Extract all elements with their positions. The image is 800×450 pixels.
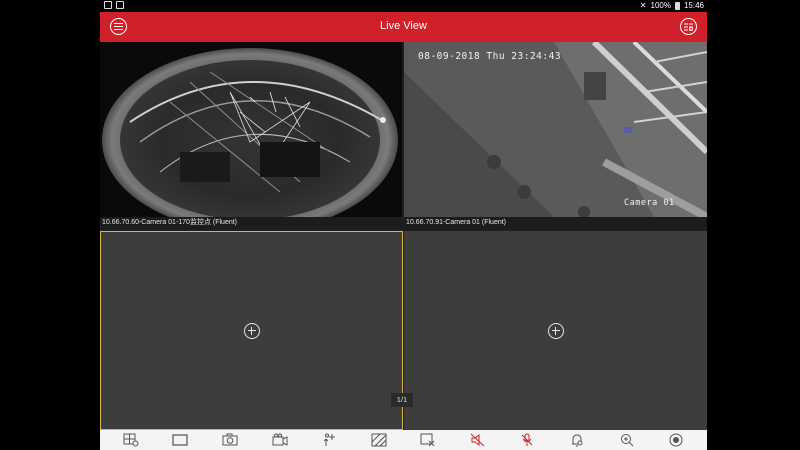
stop-all-button[interactable] [419, 432, 437, 448]
app-window: Live View 10.66.70.60-Camera 01-170监控点 (… [100, 12, 707, 450]
live-view-grid: 10.66.70.60-Camera 01-170监控点 (Fluent) 08… [100, 42, 707, 430]
record-button[interactable] [271, 432, 289, 448]
video-tile-4-empty[interactable] [404, 231, 707, 430]
page-title: Live View [380, 20, 427, 32]
image-quality-icon [371, 433, 387, 447]
notification-icons [104, 1, 124, 9]
tile-caption: 10.66.70.91-Camera 01 (Fluent) [404, 217, 707, 229]
battery-percent: 100% [650, 1, 671, 10]
single-window-button[interactable] [171, 432, 189, 448]
ptz-button[interactable] [320, 432, 338, 448]
split-screen-button[interactable] [122, 432, 140, 448]
bag-icon [104, 1, 112, 9]
fisheye-button[interactable] [667, 432, 685, 448]
title-bar: Live View [100, 12, 707, 42]
audio-button[interactable] [469, 432, 487, 448]
split-screen-icon [123, 433, 139, 447]
fisheye-video-feed[interactable] [100, 42, 402, 217]
video-tile-3-empty[interactable] [100, 231, 403, 430]
single-window-icon [172, 434, 188, 446]
fisheye-icon [669, 433, 683, 447]
add-camera-icon[interactable] [547, 322, 564, 339]
page-indicator: 1/1 [391, 393, 413, 407]
record-icon [272, 433, 288, 446]
osd-datetime: 08-09-2018 Thu 23:24:43 [418, 51, 562, 62]
capture-button[interactable] [221, 432, 239, 448]
camera-video-feed[interactable]: 08-09-2018 Thu 23:24:43 Camera 01 [404, 42, 707, 217]
image-quality-button[interactable] [370, 432, 388, 448]
ptz-icon [323, 433, 336, 446]
video-tile-2[interactable]: 08-09-2018 Thu 23:24:43 Camera 01 10.66.… [404, 42, 707, 229]
fisheye-image [100, 42, 402, 217]
alarm-bell-icon [571, 434, 583, 447]
two-way-audio-button[interactable] [518, 432, 536, 448]
clock: 15:46 [683, 1, 704, 10]
vibrate-icon: ✕ [639, 1, 647, 10]
camera-image [404, 42, 707, 217]
add-camera-icon[interactable] [243, 322, 260, 339]
osd-camera-name: Camera 01 [624, 198, 675, 208]
status-bar: ✕ 100% 15:46 [0, 0, 800, 12]
microphone-off-icon [522, 433, 533, 446]
audio-off-icon [470, 433, 485, 447]
alarm-output-button[interactable] [568, 432, 586, 448]
battery-icon [674, 1, 680, 10]
digital-zoom-button[interactable] [618, 432, 636, 448]
photo-icon [116, 1, 124, 9]
camera-icon [222, 433, 238, 446]
tile-caption: 10.66.70.60-Camera 01-170监控点 (Fluent) [100, 217, 402, 229]
stop-all-icon [420, 433, 435, 447]
zoom-icon [620, 434, 633, 447]
camera-list-button[interactable] [680, 18, 697, 35]
bottom-toolbar [100, 430, 707, 450]
video-tile-1[interactable]: 10.66.70.60-Camera 01-170监控点 (Fluent) [100, 42, 402, 229]
camera-list-icon [684, 23, 693, 31]
